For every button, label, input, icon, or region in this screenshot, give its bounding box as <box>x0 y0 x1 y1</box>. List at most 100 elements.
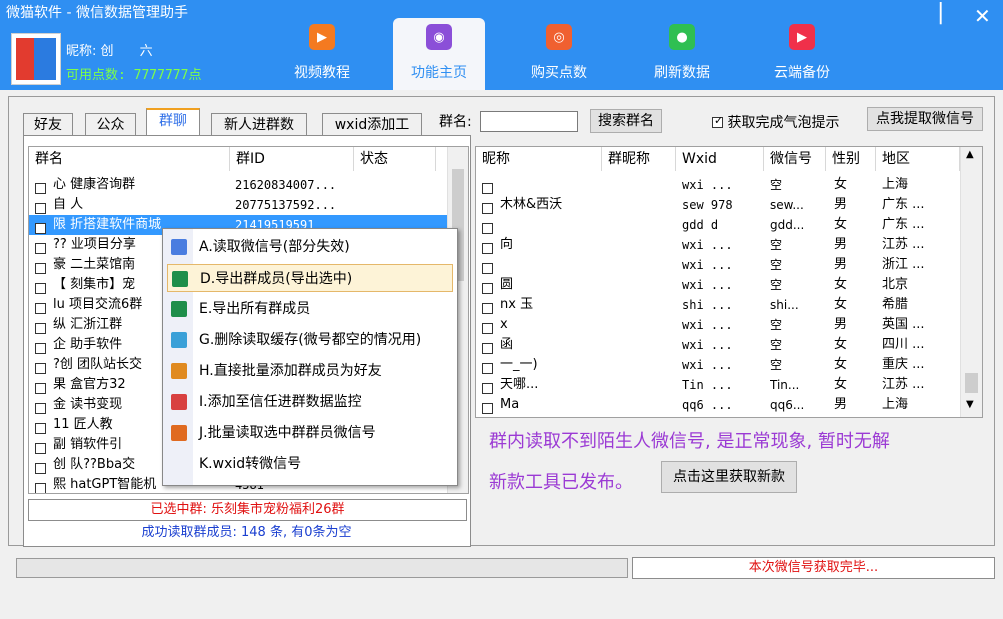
region-cell: 北京 <box>882 277 909 292</box>
row-checkbox[interactable] <box>35 463 46 474</box>
context-menu-item[interactable]: G.删除读取缓存(微号都空的情况用) <box>167 326 453 354</box>
row-checkbox[interactable] <box>35 243 46 254</box>
member-list-scrollbar[interactable]: ▲ ▼ <box>960 147 982 417</box>
context-menu-item[interactable]: D.导出群成员(导出选中) <box>167 264 453 292</box>
tab-group-chat[interactable]: 群聊 <box>146 108 200 137</box>
group-id-header[interactable]: 群ID <box>230 147 354 171</box>
minimize-button[interactable]: | <box>937 0 944 25</box>
nav-home[interactable]: ◉ 功能主页 <box>393 18 485 90</box>
row-checkbox[interactable] <box>35 403 46 414</box>
wechat-id-cell: shi... <box>770 298 799 312</box>
row-checkbox[interactable] <box>482 303 493 314</box>
wxid-cell: wxi ... <box>682 358 733 372</box>
scroll-down-icon[interactable]: ▼ <box>966 399 974 410</box>
context-menu-item[interactable]: K.wxid转微信号 <box>167 450 453 478</box>
member-row[interactable]: gdd d gdd... 女 广东 ... <box>476 215 960 235</box>
wechat-id-cell: gdd... <box>770 218 805 232</box>
tab-friends[interactable]: 好友 <box>23 113 73 136</box>
member-row[interactable]: 一_一) wxi ... 空 女 重庆 ... <box>476 355 960 375</box>
row-checkbox[interactable] <box>35 283 46 294</box>
tab-wxid-tool[interactable]: wxid添加工具 <box>322 113 422 155</box>
row-checkbox[interactable] <box>35 343 46 354</box>
tab-official-accounts[interactable]: 公众号 <box>85 113 136 155</box>
row-checkbox[interactable] <box>482 343 493 354</box>
member-row[interactable]: 圆 wxi ... 空 女 北京 <box>476 275 960 295</box>
row-checkbox[interactable] <box>482 323 493 334</box>
group-name-input[interactable] <box>480 111 578 132</box>
region-header[interactable]: 地区 <box>876 147 960 171</box>
member-row[interactable]: 天哪... Tin ... Tin... 女 江苏 ... <box>476 375 960 395</box>
row-checkbox[interactable] <box>35 383 46 394</box>
search-group-button[interactable]: 搜索群名 <box>590 109 662 133</box>
row-checkbox[interactable] <box>35 363 46 374</box>
nav-cloud-upload[interactable]: ▶ 云端备份 <box>758 18 846 90</box>
member-row[interactable]: x wxi ... 空 男 英国 ... <box>476 315 960 335</box>
row-checkbox[interactable] <box>35 203 46 214</box>
member-list[interactable]: 昵称 群昵称 Wxid 微信号 性别 地区 wxi ... 空女上海 木林&西沃 se… <box>475 146 983 418</box>
title-bar: 微猫软件 - 微信数据管理助手 | ✕ 昵称: 创 六 可用点数: 777777… <box>0 0 1003 90</box>
row-checkbox[interactable] <box>35 223 46 234</box>
row-checkbox[interactable] <box>482 203 493 214</box>
nickname-cell: x <box>500 317 508 332</box>
context-menu-item[interactable]: H.直接批量添加群成员为好友 <box>167 357 453 385</box>
group-name-header[interactable]: 群名 <box>29 147 230 171</box>
row-checkbox[interactable] <box>35 483 46 493</box>
context-menu-item[interactable]: I.添加至信任进群数据监控 <box>167 388 453 416</box>
row-checkbox[interactable] <box>35 323 46 334</box>
close-button[interactable]: ✕ <box>974 4 991 28</box>
nav-coin[interactable]: ◎ 购买点数 <box>515 18 603 90</box>
row-checkbox[interactable] <box>482 183 493 194</box>
member-row[interactable]: nx 玉 shi ... shi... 女 希腊 <box>476 295 960 315</box>
bubble-tip-option[interactable]: ✓ 获取完成气泡提示 <box>712 112 839 132</box>
row-checkbox[interactable] <box>482 363 493 374</box>
row-checkbox[interactable] <box>35 423 46 434</box>
group-nickname-header[interactable]: 群昵称 <box>602 147 676 171</box>
wxid-header[interactable]: Wxid <box>676 147 764 171</box>
row-checkbox[interactable] <box>482 223 493 234</box>
row-checkbox[interactable] <box>35 183 46 194</box>
menu-item-label: G.删除读取缓存(微号都空的情况用) <box>199 332 422 348</box>
wxid-cell: wxi ... <box>682 238 733 252</box>
refresh-icon: ● <box>669 24 695 50</box>
bar-chart-icon <box>171 425 187 441</box>
row-checkbox[interactable] <box>35 443 46 454</box>
bottom-status: 本次微信号获取完毕... <box>632 557 995 579</box>
nav-refresh[interactable]: ● 刷新数据 <box>638 18 726 90</box>
member-row[interactable]: 木林&西沃 sew 978 sew... 男 广东 ... <box>476 195 960 215</box>
member-row[interactable]: 向 wxi ... 空 男 江苏 ... <box>476 235 960 255</box>
group-row[interactable]: 自 人 20775137592... <box>29 195 447 215</box>
row-checkbox[interactable] <box>35 303 46 314</box>
nickname-header[interactable]: 昵称 <box>476 147 602 171</box>
context-menu-item[interactable]: J.批量读取选中群群员微信号 <box>167 419 453 447</box>
group-status-header[interactable]: 状态 <box>354 147 436 171</box>
scroll-up-icon[interactable]: ▲ <box>966 149 974 160</box>
row-checkbox[interactable] <box>482 403 493 414</box>
member-row[interactable]: 函 wxi ... 空 女 四川 ... <box>476 335 960 355</box>
extract-wechat-id-button[interactable]: 点我提取微信号 <box>867 107 983 131</box>
row-checkbox[interactable] <box>35 263 46 274</box>
gender-cell: 女 <box>834 377 848 392</box>
gender-header[interactable]: 性别 <box>826 147 876 171</box>
wechat-id-header[interactable]: 微信号 <box>764 147 826 171</box>
group-row[interactable]: 心 健康咨询群 21620834007... <box>29 175 447 195</box>
wxid-cell: wxi ... <box>682 258 733 272</box>
row-checkbox[interactable] <box>482 263 493 274</box>
wxid-cell: wxi ... <box>682 178 733 192</box>
row-checkbox[interactable] <box>482 383 493 394</box>
member-row[interactable]: wxi ... 空 男 浙江 ... <box>476 255 960 275</box>
nickname-cell: 一_一) <box>500 357 538 372</box>
row-checkbox[interactable] <box>482 243 493 254</box>
member-row[interactable]: Ma qq6 ... qq6... 男 上海 <box>476 395 960 415</box>
bubble-tip-checkbox[interactable]: ✓ <box>712 114 723 128</box>
tab-new-member-data[interactable]: 新人进群数据 <box>211 113 307 155</box>
cloud-upload-icon: ▶ <box>789 24 815 50</box>
menu-item-label: H.直接批量添加群成员为好友 <box>199 363 382 379</box>
member-row[interactable]: wxi ... 空 女 上海 <box>476 175 960 195</box>
get-new-version-button[interactable]: 点击这里获取新款 <box>661 461 797 493</box>
wxid-cell: shi ... <box>682 298 733 312</box>
context-menu-item[interactable]: A.读取微信号(部分失效) <box>167 233 453 261</box>
nav-video[interactable]: ▶ 视频教程 <box>278 18 366 90</box>
member-list-scroll-thumb[interactable] <box>965 373 978 393</box>
row-checkbox[interactable] <box>482 283 493 294</box>
context-menu-item[interactable]: E.导出所有群成员 <box>167 295 453 323</box>
